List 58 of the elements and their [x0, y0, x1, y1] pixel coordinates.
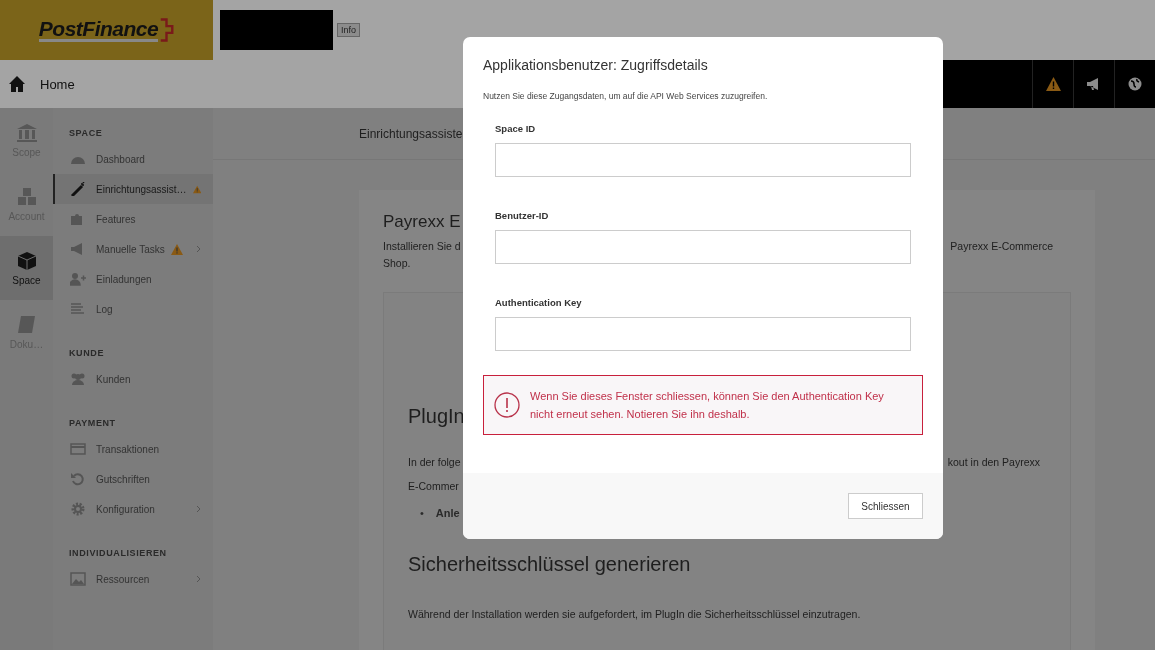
warning-icon[interactable] [1045, 77, 1061, 91]
section-heading: INDIVIDUALISIEREN [68, 547, 168, 560]
card-heading: Payrexx E [383, 212, 461, 232]
list-item-text: Anle [435, 506, 460, 521]
paragraph-text: Payrexx E-Commerce [950, 239, 1053, 254]
paragraph-text: In der folge [408, 455, 461, 470]
paragraph-text: kout in den Payrexx [947, 455, 1040, 470]
logo-text: PostFinance [38, 18, 159, 42]
field-label: Authentication Key [495, 297, 583, 308]
section-heading: PAYMENT [68, 417, 117, 430]
close-button[interactable]: Schliessen [848, 493, 923, 519]
list-icon [70, 302, 86, 316]
sidebar-item[interactable]: Ressourcen [53, 564, 213, 594]
sidebar-item[interactable]: Kunden [53, 364, 213, 394]
sidebar-item[interactable]: Einrichtungsassist… [53, 174, 213, 204]
sidebar-item[interactable]: Konfiguration [53, 494, 213, 524]
section-heading: SPACE [68, 127, 104, 140]
sidebar-item[interactable]: Gutschriften [53, 464, 213, 494]
home-link[interactable]: Home [40, 76, 75, 92]
field-label: Benutzer-ID [495, 210, 550, 221]
rail-tab[interactable]: Space [0, 236, 53, 300]
sidebar-item[interactable]: Log [53, 294, 213, 324]
section-heading: KUNDE [68, 347, 105, 360]
paragraph-text: Shop. [383, 256, 412, 271]
info-button[interactable]: Info [337, 23, 360, 37]
globe-icon[interactable] [1128, 77, 1142, 91]
sidebar-item[interactable]: Features [53, 204, 213, 234]
undo-icon [70, 472, 86, 486]
cross-icon [159, 18, 175, 42]
section-title: PlugIn [408, 405, 465, 428]
home-icon[interactable] [8, 75, 26, 93]
paragraph-text: Installieren Sie d [383, 239, 461, 254]
bank-icon [15, 122, 38, 143]
bullet-mark: • [420, 506, 424, 521]
input-field[interactable] [495, 143, 911, 177]
input-field[interactable] [495, 230, 911, 264]
cube-icon [15, 250, 38, 271]
sidebar-item[interactable]: Dashboard [53, 144, 213, 174]
add-user-icon [70, 272, 86, 286]
sidebar-item[interactable]: Einladungen [53, 264, 213, 294]
paragraph-text: Während der Installation werden sie aufgefordert, im PlugIn die Sicherheitsschlüssel einzutragen. [408, 607, 862, 622]
section-title: Sicherheitsschlüssel generieren [408, 553, 691, 576]
modal-title: Applikationsbenutzer: Zugriffsdetails [483, 57, 709, 73]
wand-icon [70, 182, 86, 196]
image-icon [70, 572, 86, 586]
input-field[interactable] [495, 317, 911, 351]
sidebar-item[interactable]: Manuelle Tasks [53, 234, 213, 264]
page-title: Einrichtungsassiste [359, 126, 463, 141]
alert-text: Wenn Sie dieses Fenster schliessen, können Sie den Authentication Key nicht erneut sehen. Notieren Sie ihn deshalb. [530, 389, 885, 422]
field-label: Space ID [495, 123, 537, 134]
cubes-icon [15, 186, 38, 207]
book-icon [15, 314, 38, 335]
sidebar-item[interactable]: Transaktionen [53, 434, 213, 464]
exclamation-icon [494, 392, 520, 418]
gear-icon [70, 502, 86, 516]
modal-description: Nutzen Sie diese Zugangsdaten, um auf die API Web Services zuzugreifen. [483, 91, 769, 101]
paragraph-text: E-Commer [408, 479, 460, 494]
credit-card-icon [70, 442, 86, 456]
